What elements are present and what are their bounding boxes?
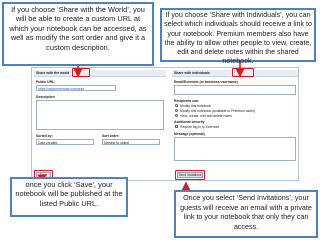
callout-share-world: If you choose ‘Share with the World’, yo… <box>2 2 154 66</box>
callout-save: once you click ‘Save’, your notebook wil… <box>10 177 128 217</box>
callout-send-invitations: Once you select ‘Send Invitations’, your… <box>174 190 318 238</box>
callout-share-individuals: If you choose ‘Share with Individuals’, … <box>160 8 316 65</box>
